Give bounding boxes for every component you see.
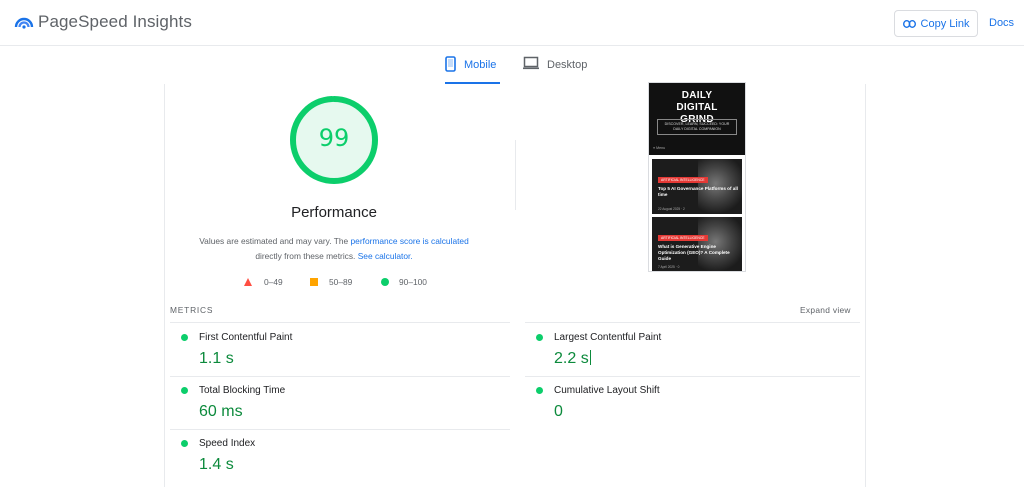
metrics-divider xyxy=(525,376,860,377)
good-metric-icon xyxy=(536,387,543,394)
copy-link-label: Copy Link xyxy=(920,17,970,30)
metric-value-si: 1.4 s xyxy=(199,456,234,473)
tab-mobile-label: Mobile xyxy=(464,59,497,71)
metric-value-lcp: 2.2 s xyxy=(554,350,589,367)
legend-average-label: 50–89 xyxy=(329,277,353,287)
card-title: What is Generative Engine Optimization (… xyxy=(658,244,730,261)
panel-border-right xyxy=(865,84,866,487)
performance-score: 99 xyxy=(318,124,350,152)
page-screenshot[interactable]: DAILY DIGITAL GRIND DISCOVER, LEARN, SUC… xyxy=(648,82,746,272)
screenshot-hero: DAILY DIGITAL GRIND DISCOVER, LEARN, SUC… xyxy=(649,83,745,155)
metric-label-si: Speed Index xyxy=(199,438,256,449)
screenshot-card: ARTIFICIAL INTELLIGENCE What is Generati… xyxy=(652,217,742,271)
metric-label-tbt: Total Blocking Time xyxy=(199,385,286,396)
metric-label-fcp: First Contentful Paint xyxy=(199,332,293,343)
card-meta: 7 April 2025 · 0 xyxy=(658,265,680,269)
card-tag: ARTIFICIAL INTELLIGENCE xyxy=(658,177,708,183)
tab-desktop-label: Desktop xyxy=(547,59,588,71)
tab-mobile[interactable]: Mobile xyxy=(445,56,500,84)
metrics-header: METRICS xyxy=(170,305,214,315)
triangle-icon xyxy=(244,278,252,286)
desc-text-1: Values are estimated and may vary. The xyxy=(199,236,351,246)
screenshot-card: ARTIFICIAL INTELLIGENCE Top 5 AI Governa… xyxy=(652,159,742,214)
copy-link-button[interactable]: Copy Link xyxy=(894,10,978,37)
metrics-divider xyxy=(525,322,860,323)
pagespeed-logo-icon xyxy=(14,17,34,29)
app-title: PageSpeed Insights xyxy=(38,12,192,31)
metric-value-lcp-wrap: 2.2 s xyxy=(554,350,591,368)
metric-value-cls: 0 xyxy=(554,403,563,420)
card-tag: ARTIFICIAL INTELLIGENCE xyxy=(658,235,708,241)
metric-label-lcp: Largest Contentful Paint xyxy=(554,332,662,343)
performance-title: Performance xyxy=(291,204,377,221)
legend-poor: 0–49 xyxy=(244,276,283,288)
legend-good-label: 90–100 xyxy=(399,277,427,287)
desc-text-2: directly from these metrics. xyxy=(255,251,358,261)
panel-border-left xyxy=(164,84,165,487)
score-calculation-link[interactable]: performance score is calculated xyxy=(351,236,469,246)
card-title: Top 5 AI Governance Platforms of all tim… xyxy=(658,186,738,197)
docs-link[interactable]: Docs xyxy=(989,17,1014,29)
expand-view-toggle[interactable]: Expand view xyxy=(800,305,851,315)
text-cursor xyxy=(589,350,591,365)
metric-label-cls: Cumulative Layout Shift xyxy=(554,385,660,396)
circle-icon xyxy=(381,278,389,286)
panel-divider xyxy=(515,140,516,210)
metric-value-fcp: 1.1 s xyxy=(199,350,234,367)
link-icon xyxy=(902,19,916,28)
tab-desktop[interactable]: Desktop xyxy=(523,56,593,84)
performance-description: Values are estimated and may vary. The p… xyxy=(182,234,486,264)
app-header: PageSpeed Insights Copy Link Docs xyxy=(0,0,1024,46)
legend-average: 50–89 xyxy=(310,276,352,288)
good-metric-icon xyxy=(536,334,543,341)
metric-value-tbt: 60 ms xyxy=(199,403,243,420)
legend-good: 90–100 xyxy=(381,276,427,288)
good-metric-icon xyxy=(181,440,188,447)
legend-poor-label: 0–49 xyxy=(264,277,283,287)
metrics-divider xyxy=(170,376,510,377)
metrics-divider xyxy=(170,322,510,323)
mobile-icon xyxy=(445,56,456,72)
metrics-divider xyxy=(170,429,510,430)
square-icon xyxy=(310,278,318,286)
good-metric-icon xyxy=(181,387,188,394)
screenshot-tagline: DISCOVER, LEARN, SUCCEED: YOUR DAILY DIG… xyxy=(657,119,737,135)
see-calculator-link[interactable]: See calculator. xyxy=(358,251,413,261)
good-metric-icon xyxy=(181,334,188,341)
card-meta: 22 August 2025 · 2 xyxy=(658,207,685,211)
screenshot-menu: ≡ Menu xyxy=(653,146,666,150)
desktop-icon xyxy=(523,56,539,70)
